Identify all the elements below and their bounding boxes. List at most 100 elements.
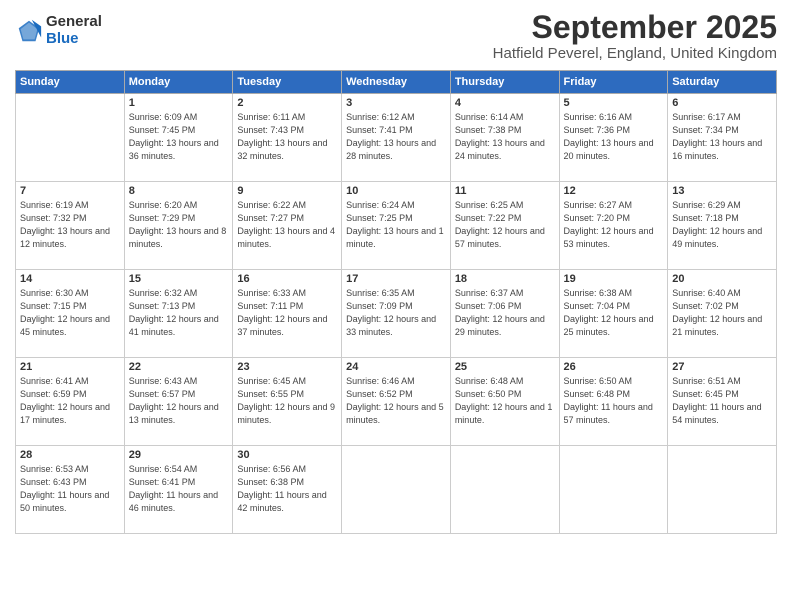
day-number: 17 xyxy=(346,273,446,285)
location: Hatfield Peverel, England, United Kingdo… xyxy=(493,45,777,62)
day-info: Sunrise: 6:16 AMSunset: 7:36 PMDaylight:… xyxy=(564,112,654,161)
table-row: 9 Sunrise: 6:22 AMSunset: 7:27 PMDaylight… xyxy=(233,182,342,270)
day-info: Sunrise: 6:22 AMSunset: 7:27 PMDaylight:… xyxy=(237,200,335,249)
calendar-week-0: 1 Sunrise: 6:09 AMSunset: 7:45 PMDaylight… xyxy=(16,94,777,182)
table-row: 13Sunrise: 6:29 AMSunset: 7:18 PMDayligh… xyxy=(668,182,777,270)
table-row: 7 Sunrise: 6:19 AMSunset: 7:32 PMDaylight… xyxy=(16,182,125,270)
day-info: Sunrise: 6:32 AMSunset: 7:13 PMDaylight:… xyxy=(129,288,219,337)
day-info: Sunrise: 6:30 AMSunset: 7:15 PMDaylight:… xyxy=(20,288,110,337)
day-number: 1 xyxy=(129,97,229,109)
table-row: 21Sunrise: 6:41 AMSunset: 6:59 PMDayligh… xyxy=(16,358,125,446)
table-row: 29Sunrise: 6:54 AMSunset: 6:41 PMDayligh… xyxy=(124,446,233,534)
day-info: Sunrise: 6:14 AMSunset: 7:38 PMDaylight:… xyxy=(455,112,545,161)
title-block: September 2025 Hatfield Peverel, England… xyxy=(493,10,777,62)
day-info: Sunrise: 6:11 AMSunset: 7:43 PMDaylight:… xyxy=(237,112,327,161)
day-info: Sunrise: 6:35 AMSunset: 7:09 PMDaylight:… xyxy=(346,288,436,337)
table-row xyxy=(342,446,451,534)
table-row xyxy=(16,94,125,182)
table-row xyxy=(559,446,668,534)
table-row: 25 Sunrise: 6:48 AMSunset: 6:50 PMDayligh… xyxy=(450,358,559,446)
day-number: 4 xyxy=(455,97,555,109)
day-number: 6 xyxy=(672,97,772,109)
day-number: 20 xyxy=(672,273,772,285)
logo-icon xyxy=(15,17,43,45)
logo-blue: Blue xyxy=(46,31,102,48)
calendar-week-3: 21Sunrise: 6:41 AMSunset: 6:59 PMDayligh… xyxy=(16,358,777,446)
day-info: Sunrise: 6:20 AMSunset: 7:29 PMDaylight:… xyxy=(129,200,227,249)
table-row: 5Sunrise: 6:16 AMSunset: 7:36 PMDaylight… xyxy=(559,94,668,182)
day-info: Sunrise: 6:50 AMSunset: 6:48 PMDaylight:… xyxy=(564,376,653,425)
table-row: 18Sunrise: 6:37 AMSunset: 7:06 PMDayligh… xyxy=(450,270,559,358)
table-row: 16 Sunrise: 6:33 AMSunset: 7:11 PMDayligh… xyxy=(233,270,342,358)
day-info: Sunrise: 6:43 AMSunset: 6:57 PMDaylight:… xyxy=(129,376,219,425)
day-number: 14 xyxy=(20,273,120,285)
day-number: 3 xyxy=(346,97,446,109)
col-sunday: Sunday xyxy=(16,71,125,94)
day-info: Sunrise: 6:27 AMSunset: 7:20 PMDaylight:… xyxy=(564,200,654,249)
table-row: 8Sunrise: 6:20 AMSunset: 7:29 PMDaylight… xyxy=(124,182,233,270)
day-info: Sunrise: 6:54 AMSunset: 6:41 PMDaylight:… xyxy=(129,464,218,513)
table-row: 14 Sunrise: 6:30 AMSunset: 7:15 PMDayligh… xyxy=(16,270,125,358)
col-saturday: Saturday xyxy=(668,71,777,94)
day-info: Sunrise: 6:53 AMSunset: 6:43 PMDaylight:… xyxy=(20,464,109,513)
table-row: 15Sunrise: 6:32 AMSunset: 7:13 PMDayligh… xyxy=(124,270,233,358)
table-row: 23 Sunrise: 6:45 AMSunset: 6:55 PMDayligh… xyxy=(233,358,342,446)
table-row xyxy=(668,446,777,534)
day-number: 19 xyxy=(564,273,664,285)
day-info: Sunrise: 6:33 AMSunset: 7:11 PMDaylight:… xyxy=(237,288,327,337)
logo: General Blue xyxy=(15,14,102,47)
calendar-week-1: 7 Sunrise: 6:19 AMSunset: 7:32 PMDaylight… xyxy=(16,182,777,270)
day-number: 28 xyxy=(20,449,120,461)
day-info: Sunrise: 6:24 AMSunset: 7:25 PMDaylight:… xyxy=(346,200,444,249)
day-info: Sunrise: 6:41 AMSunset: 6:59 PMDaylight:… xyxy=(20,376,110,425)
header-row: Sunday Monday Tuesday Wednesday Thursday… xyxy=(16,71,777,94)
table-row xyxy=(450,446,559,534)
day-number: 10 xyxy=(346,185,446,197)
table-row: 17 Sunrise: 6:35 AMSunset: 7:09 PMDayligh… xyxy=(342,270,451,358)
table-row: 12Sunrise: 6:27 AMSunset: 7:20 PMDayligh… xyxy=(559,182,668,270)
day-info: Sunrise: 6:40 AMSunset: 7:02 PMDaylight:… xyxy=(672,288,762,337)
table-row: 4 Sunrise: 6:14 AMSunset: 7:38 PMDaylight… xyxy=(450,94,559,182)
day-number: 27 xyxy=(672,361,772,373)
day-info: Sunrise: 6:38 AMSunset: 7:04 PMDaylight:… xyxy=(564,288,654,337)
day-info: Sunrise: 6:46 AMSunset: 6:52 PMDaylight:… xyxy=(346,376,444,425)
table-row: 30 Sunrise: 6:56 AMSunset: 6:38 PMDayligh… xyxy=(233,446,342,534)
table-row: 22Sunrise: 6:43 AMSunset: 6:57 PMDayligh… xyxy=(124,358,233,446)
day-number: 18 xyxy=(455,273,555,285)
day-number: 11 xyxy=(455,185,555,197)
day-number: 24 xyxy=(346,361,446,373)
table-row: 2 Sunrise: 6:11 AMSunset: 7:43 PMDaylight… xyxy=(233,94,342,182)
day-number: 30 xyxy=(237,449,337,461)
logo-text: General Blue xyxy=(46,14,102,47)
table-row: 27 Sunrise: 6:51 AMSunset: 6:45 PMDayligh… xyxy=(668,358,777,446)
day-info: Sunrise: 6:48 AMSunset: 6:50 PMDaylight:… xyxy=(455,376,553,425)
col-wednesday: Wednesday xyxy=(342,71,451,94)
month-title: September 2025 xyxy=(493,10,777,45)
table-row: 26 Sunrise: 6:50 AMSunset: 6:48 PMDayligh… xyxy=(559,358,668,446)
table-row: 20 Sunrise: 6:40 AMSunset: 7:02 PMDayligh… xyxy=(668,270,777,358)
day-number: 7 xyxy=(20,185,120,197)
table-row: 6Sunrise: 6:17 AMSunset: 7:34 PMDaylight… xyxy=(668,94,777,182)
day-info: Sunrise: 6:09 AMSunset: 7:45 PMDaylight:… xyxy=(129,112,219,161)
table-row: 24 Sunrise: 6:46 AMSunset: 6:52 PMDayligh… xyxy=(342,358,451,446)
day-info: Sunrise: 6:45 AMSunset: 6:55 PMDaylight:… xyxy=(237,376,335,425)
page-container: General Blue September 2025 Hatfield Pev… xyxy=(0,0,792,612)
day-info: Sunrise: 6:51 AMSunset: 6:45 PMDaylight:… xyxy=(672,376,761,425)
header: General Blue September 2025 Hatfield Pev… xyxy=(15,10,777,62)
table-row: 3Sunrise: 6:12 AMSunset: 7:41 PMDaylight… xyxy=(342,94,451,182)
day-info: Sunrise: 6:56 AMSunset: 6:38 PMDaylight:… xyxy=(237,464,326,513)
table-row: 19 Sunrise: 6:38 AMSunset: 7:04 PMDayligh… xyxy=(559,270,668,358)
col-tuesday: Tuesday xyxy=(233,71,342,94)
day-number: 25 xyxy=(455,361,555,373)
day-number: 16 xyxy=(237,273,337,285)
day-number: 26 xyxy=(564,361,664,373)
day-info: Sunrise: 6:29 AMSunset: 7:18 PMDaylight:… xyxy=(672,200,762,249)
day-number: 23 xyxy=(237,361,337,373)
day-number: 2 xyxy=(237,97,337,109)
calendar-week-4: 28 Sunrise: 6:53 AMSunset: 6:43 PMDayligh… xyxy=(16,446,777,534)
table-row: 10 Sunrise: 6:24 AMSunset: 7:25 PMDayligh… xyxy=(342,182,451,270)
day-info: Sunrise: 6:19 AMSunset: 7:32 PMDaylight:… xyxy=(20,200,110,249)
col-friday: Friday xyxy=(559,71,668,94)
table-row: 28 Sunrise: 6:53 AMSunset: 6:43 PMDayligh… xyxy=(16,446,125,534)
day-number: 9 xyxy=(237,185,337,197)
